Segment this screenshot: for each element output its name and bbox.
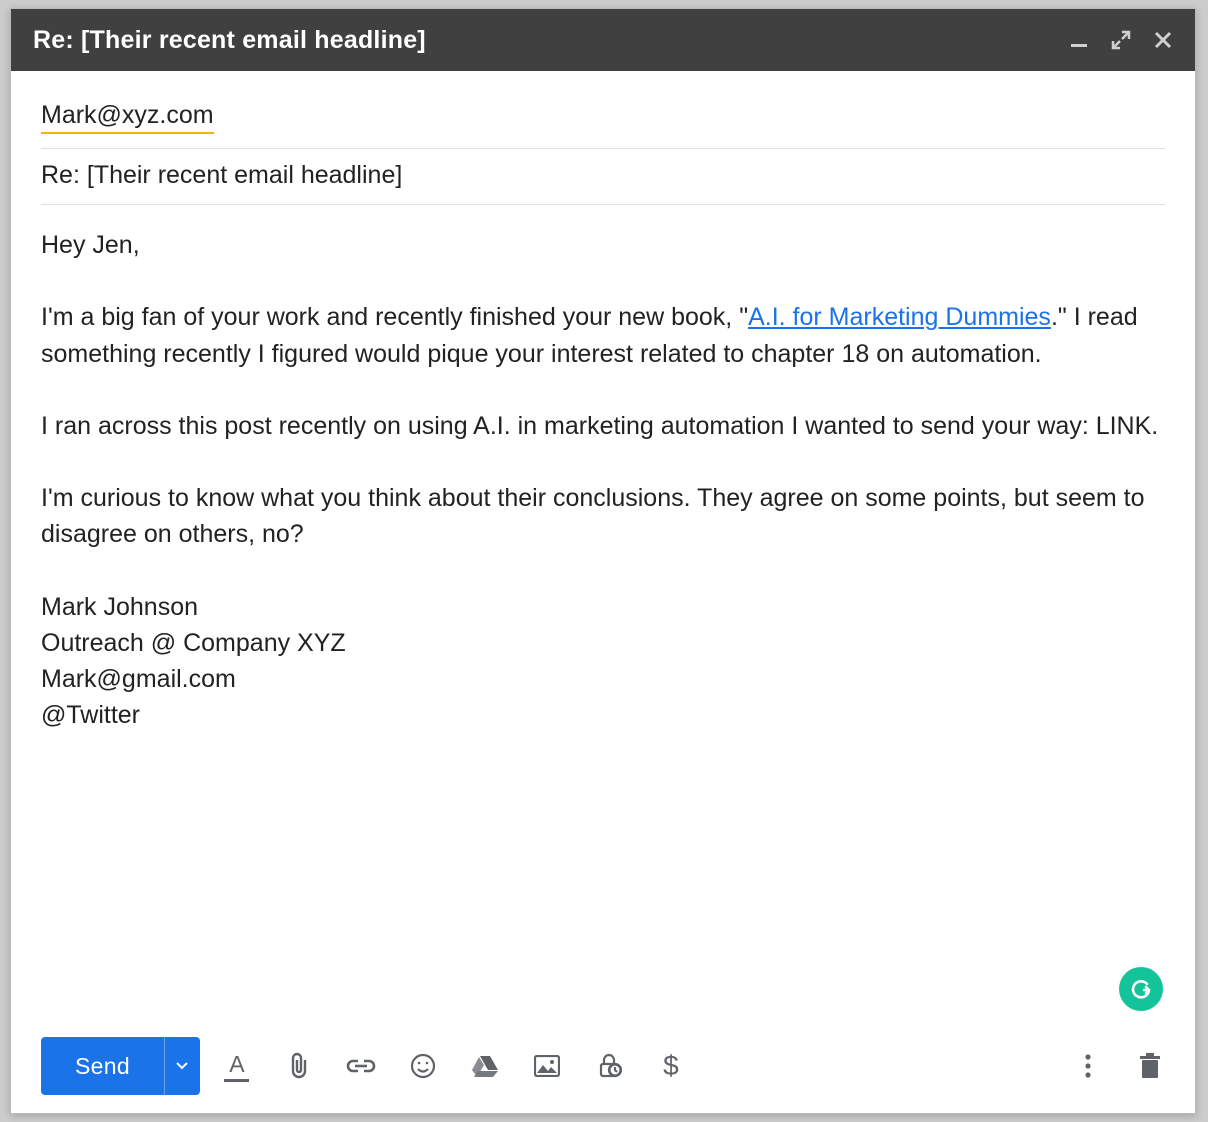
formatting-options-icon[interactable]: A bbox=[222, 1051, 252, 1081]
close-icon[interactable] bbox=[1153, 30, 1173, 50]
recipients-field[interactable]: Mark@xyz.com bbox=[41, 89, 1165, 149]
message-body[interactable]: Hey Jen, I'm a big fan of your work and … bbox=[11, 205, 1195, 1023]
formatting-tools: A bbox=[222, 1051, 686, 1081]
insert-emoji-icon[interactable] bbox=[408, 1051, 438, 1081]
signature-role: Outreach @ Company XYZ bbox=[41, 629, 346, 657]
body-paragraph-1: I'm a big fan of your work and recently … bbox=[41, 299, 1165, 372]
body-greeting: Hey Jen, bbox=[41, 227, 1165, 263]
grammarly-icon[interactable] bbox=[1119, 967, 1163, 1011]
insert-photo-icon[interactable] bbox=[532, 1051, 562, 1081]
signature-email: Mark@gmail.com bbox=[41, 665, 236, 693]
signature-block: Mark Johnson Outreach @ Company XYZ Mark… bbox=[41, 589, 1165, 734]
window-title: Re: [Their recent email headline] bbox=[33, 26, 1069, 55]
dollar-icon[interactable]: $ bbox=[656, 1051, 686, 1081]
discard-draft-icon[interactable] bbox=[1135, 1051, 1165, 1081]
body-paragraph-3: I'm curious to know what you think about… bbox=[41, 480, 1165, 553]
attach-file-icon[interactable] bbox=[284, 1051, 314, 1081]
send-button[interactable]: Send bbox=[41, 1037, 164, 1095]
header-fields: Mark@xyz.com Re: [Their recent email hea… bbox=[11, 71, 1195, 205]
minimize-icon[interactable] bbox=[1069, 30, 1089, 50]
recipient-chip[interactable]: Mark@xyz.com bbox=[41, 101, 214, 134]
book-link[interactable]: A.I. for Marketing Dummies bbox=[748, 303, 1051, 331]
google-drive-icon[interactable] bbox=[470, 1051, 500, 1081]
titlebar: Re: [Their recent email headline] bbox=[11, 9, 1195, 71]
more-options-icon[interactable] bbox=[1073, 1051, 1103, 1081]
compose-window: Re: [Their recent email headline] Mark@x… bbox=[10, 8, 1196, 1114]
insert-link-icon[interactable] bbox=[346, 1051, 376, 1081]
signature-name: Mark Johnson bbox=[41, 593, 198, 621]
compose-toolbar: Send A bbox=[11, 1023, 1195, 1113]
right-tools bbox=[1073, 1051, 1165, 1081]
signature-twitter: @Twitter bbox=[41, 701, 140, 729]
confidential-mode-icon[interactable] bbox=[594, 1051, 624, 1081]
subject-text: Re: [Their recent email headline] bbox=[41, 161, 402, 189]
send-button-group: Send bbox=[41, 1037, 200, 1095]
fullscreen-icon[interactable] bbox=[1111, 30, 1131, 50]
subject-field[interactable]: Re: [Their recent email headline] bbox=[41, 149, 1165, 205]
send-options-button[interactable] bbox=[164, 1037, 200, 1095]
body-paragraph-2: I ran across this post recently on using… bbox=[41, 408, 1165, 444]
titlebar-actions bbox=[1069, 30, 1173, 50]
